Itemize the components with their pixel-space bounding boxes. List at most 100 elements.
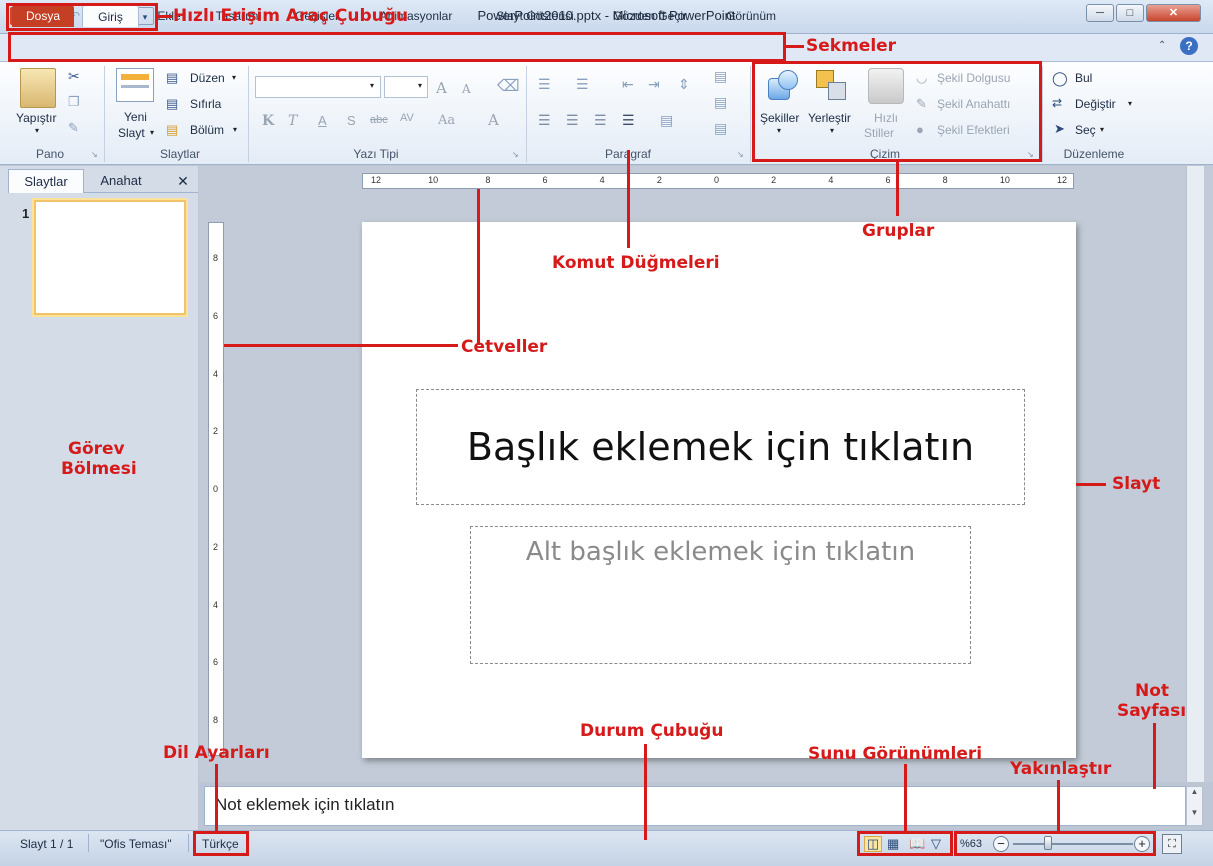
tab-slides[interactable]: Slaytlar xyxy=(8,169,84,193)
select-cursor-icon[interactable]: ➤ xyxy=(1054,121,1065,137)
slide-counter: Slayt 1 / 1 xyxy=(20,837,74,851)
section-button[interactable]: Bölüm xyxy=(190,123,224,137)
select-button[interactable]: Seç xyxy=(1075,123,1096,137)
group-label-slaytlar: Slaytlar xyxy=(159,147,200,161)
paste-dropdown-icon[interactable]: ▾ xyxy=(35,126,39,135)
annotation-task-pane-2: Bölmesi xyxy=(61,459,137,479)
status-divider xyxy=(88,834,89,852)
reset-button[interactable]: Sıfırla xyxy=(190,97,221,111)
replace-icon[interactable]: ⇄ xyxy=(1052,96,1062,110)
paste-icon[interactable] xyxy=(20,68,56,108)
italic-button[interactable]: T xyxy=(288,113,297,129)
font-dialog-launcher-icon[interactable]: ↘ xyxy=(512,150,519,159)
numbering-icon[interactable]: ☰ xyxy=(576,76,589,93)
format-painter-icon[interactable]: ✎ xyxy=(68,120,79,136)
font-size-dropdown-icon[interactable]: ▾ xyxy=(418,81,422,90)
layout-dropdown-icon[interactable]: ▾ xyxy=(232,73,236,82)
line-spacing-icon[interactable]: ⇕ xyxy=(678,76,690,93)
ruler-tick-label: 4 xyxy=(213,368,219,379)
columns-icon[interactable]: ▤ xyxy=(714,68,727,85)
font-name-combo[interactable] xyxy=(255,76,381,98)
increase-indent-icon[interactable]: ⇥ xyxy=(648,76,660,93)
new-slide-label-1[interactable]: Yeni xyxy=(124,110,147,124)
vertical-ruler[interactable]: 8 6 4 2 0 2 4 6 8 xyxy=(208,222,224,756)
pano-dialog-launcher-icon[interactable]: ↘ xyxy=(91,150,98,159)
vertical-scrollbar[interactable] xyxy=(1186,166,1204,782)
group-divider xyxy=(526,66,527,162)
minimize-button[interactable]: ─ xyxy=(1086,4,1114,22)
annotation-line xyxy=(786,45,804,48)
justify-icon[interactable]: ☰ xyxy=(622,112,635,129)
notes-pane[interactable]: Not eklemek için tıklatın xyxy=(204,786,1186,826)
align-text-icon[interactable]: ▤ xyxy=(660,112,673,129)
new-slide-icon[interactable] xyxy=(116,68,154,102)
ruler-tick-label: 10 xyxy=(428,175,439,185)
paste-button[interactable]: Yapıştır xyxy=(16,111,56,125)
subtitle-placeholder[interactable]: Alt başlık eklemek için tıklatın xyxy=(470,526,971,664)
layout-icon[interactable]: ▤ xyxy=(166,70,178,86)
underline-button[interactable]: A xyxy=(318,113,327,128)
change-case-button[interactable]: Aa xyxy=(438,113,455,128)
minimize-ribbon-icon[interactable]: ⌃ xyxy=(1158,40,1166,51)
ruler-tick-label: 4 xyxy=(599,175,605,185)
group-label-yazi-tipi: Yazı Tipi xyxy=(353,147,399,161)
ruler-tick-label: 8 xyxy=(213,253,219,263)
annotation-rulers: Cetveller xyxy=(461,337,548,357)
ruler-tick-label: 6 xyxy=(213,310,219,321)
section-icon[interactable]: ▤ xyxy=(166,122,178,138)
align-center-icon[interactable]: ☰ xyxy=(566,112,579,129)
cut-icon[interactable]: ✂ xyxy=(68,68,80,85)
close-button[interactable]: ✕ xyxy=(1146,4,1201,22)
align-left-icon[interactable]: ☰ xyxy=(538,112,551,129)
tab-gorunum[interactable]: Görünüm xyxy=(716,5,786,27)
find-button[interactable]: Bul xyxy=(1075,71,1092,85)
maximize-button[interactable]: □ xyxy=(1116,4,1144,22)
horizontal-ruler[interactable]: 12 10 8 6 4 2 0 2 4 6 8 10 12 xyxy=(362,173,1074,189)
grow-font-button[interactable]: A xyxy=(436,79,447,97)
tab-gozden-gecir[interactable]: Gözden Geçir xyxy=(600,5,700,27)
fit-to-window-icon[interactable]: ⛶ xyxy=(1162,834,1182,854)
help-icon[interactable]: ? xyxy=(1180,37,1198,55)
replace-button[interactable]: Değiştir xyxy=(1075,97,1116,111)
select-dropdown-icon[interactable]: ▾ xyxy=(1100,125,1104,134)
tab-slayt-gosterisi[interactable]: Slayt Gösterisi xyxy=(480,5,590,27)
layout-button[interactable]: Düzen xyxy=(190,71,225,85)
group-label-pano: Pano xyxy=(35,147,65,161)
copy-icon[interactable]: ❐ xyxy=(68,94,80,110)
title-placeholder[interactable]: Başlık eklemek için tıklatın xyxy=(416,389,1025,505)
scroll-down-icon[interactable]: ▼ xyxy=(1187,808,1202,817)
find-icon[interactable]: ◯ xyxy=(1052,70,1068,87)
align-right-icon[interactable]: ☰ xyxy=(594,112,607,129)
notes-scrollbar[interactable]: ▲ ▼ xyxy=(1186,786,1203,826)
tab-outline[interactable]: Anahat xyxy=(86,169,156,193)
annotation-groups: Gruplar xyxy=(862,221,935,241)
shadow-button[interactable]: S xyxy=(347,113,356,128)
annotation-task-pane-1: Görev xyxy=(68,439,125,459)
strikethrough-button[interactable]: abc xyxy=(370,114,388,126)
bold-button[interactable]: K xyxy=(262,113,274,129)
slide-thumbnail[interactable] xyxy=(34,200,186,315)
theme-name: "Ofis Teması" xyxy=(100,837,172,851)
clear-formatting-icon[interactable]: ⌫ xyxy=(497,76,520,96)
replace-dropdown-icon[interactable]: ▾ xyxy=(1128,99,1132,108)
close-pane-icon[interactable]: ✕ xyxy=(172,169,194,193)
annotation-language: Dil Ayarları xyxy=(163,743,270,763)
new-slide-label-2[interactable]: Slayt xyxy=(118,126,145,140)
smartart-icon[interactable]: ▤ xyxy=(714,120,727,137)
new-slide-dropdown-icon[interactable]: ▾ xyxy=(150,128,154,137)
reset-icon[interactable]: ▤ xyxy=(166,96,178,112)
shrink-font-button[interactable]: A xyxy=(462,82,471,96)
annotation-command-buttons: Komut Düğmeleri xyxy=(552,253,720,273)
text-direction-icon[interactable]: ▤ xyxy=(714,94,727,111)
annotation-line xyxy=(215,764,218,831)
font-name-dropdown-icon[interactable]: ▾ xyxy=(370,81,374,90)
bullets-icon[interactable]: ☰ xyxy=(538,76,551,93)
ruler-tick-label: 6 xyxy=(542,175,548,185)
ruler-tick-label: 8 xyxy=(485,175,491,185)
font-color-button[interactable]: A xyxy=(488,111,499,129)
section-dropdown-icon[interactable]: ▾ xyxy=(233,125,237,134)
decrease-indent-icon[interactable]: ⇤ xyxy=(622,76,634,93)
scroll-up-icon[interactable]: ▲ xyxy=(1187,787,1202,796)
character-spacing-button[interactable]: AV xyxy=(400,112,414,124)
paragraph-dialog-launcher-icon[interactable]: ↘ xyxy=(737,150,744,159)
